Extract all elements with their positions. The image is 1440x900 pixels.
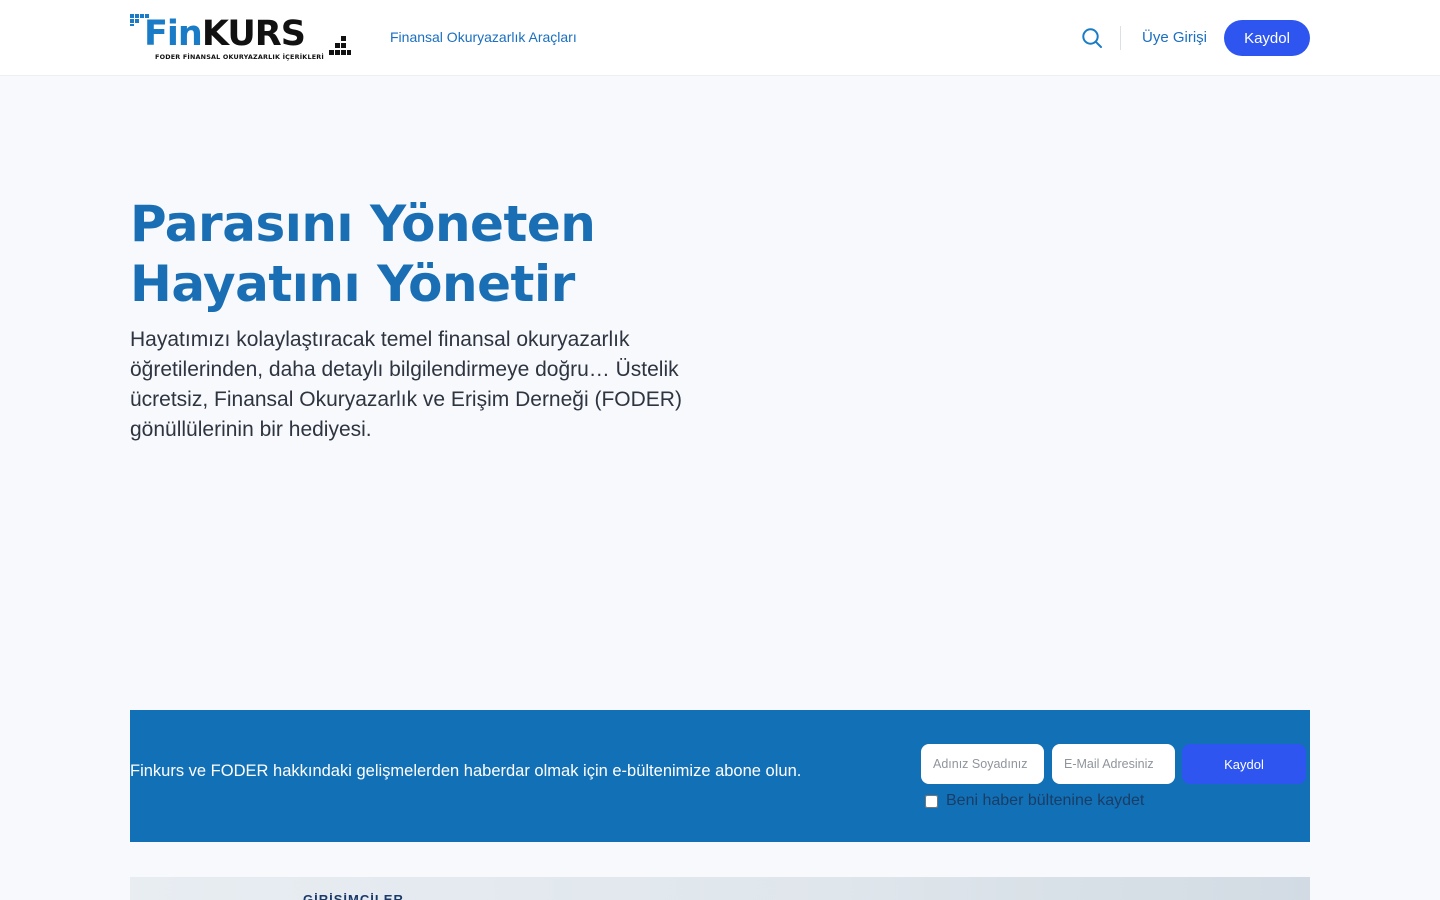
hero-title-line-2: Hayatını Yönetir — [130, 255, 575, 313]
bottom-banner: GİRİŞİMCİLER — [130, 877, 1310, 900]
signup-button[interactable]: Kaydol — [1224, 20, 1310, 56]
logo-tagline: FODER FİNANSAL OKURYAZARLIK İÇERİKLERİ — [155, 53, 324, 61]
logo-pixel-dots-right — [329, 36, 351, 55]
site-header: FinKURS FODER FİNANSAL OKURYAZARLIK İÇER… — [0, 0, 1440, 76]
hero-title-line-1: Parasını Yöneten — [130, 195, 596, 253]
newsletter-name-input[interactable] — [921, 744, 1044, 784]
member-login-link[interactable]: Üye Girişi — [1142, 29, 1207, 46]
newsletter-consent-checkbox[interactable] — [925, 794, 938, 808]
newsletter-consent-label: Beni haber bültenine kaydet — [946, 792, 1145, 809]
search-icon[interactable] — [1080, 26, 1104, 50]
newsletter-text: Finkurs ve FODER hakkındaki gelişmelerde… — [130, 762, 802, 780]
bottom-banner-heading: GİRİŞİMCİLER — [303, 892, 404, 900]
hero-description: Hayatımızı kolaylaştıracak temel finansa… — [130, 328, 682, 441]
newsletter-email-input[interactable] — [1052, 744, 1175, 784]
newsletter-submit-button[interactable]: Kaydol — [1182, 744, 1306, 784]
finkurs-logo[interactable]: FinKURS FODER FİNANSAL OKURYAZARLIK İÇER… — [130, 12, 352, 64]
newsletter-section: Finkurs ve FODER hakkındaki gelişmelerde… — [130, 710, 1310, 842]
header-divider — [1120, 26, 1121, 50]
hero-title: Parasını Yöneten Hayatını Yönetir — [130, 194, 690, 314]
nav-financial-tools-link[interactable]: Finansal Okuryazarlık Araçları — [390, 29, 577, 45]
newsletter-consent[interactable]: Beni haber bültenine kaydet — [925, 792, 1144, 810]
logo-wordmark: FinKURS — [144, 14, 306, 54]
